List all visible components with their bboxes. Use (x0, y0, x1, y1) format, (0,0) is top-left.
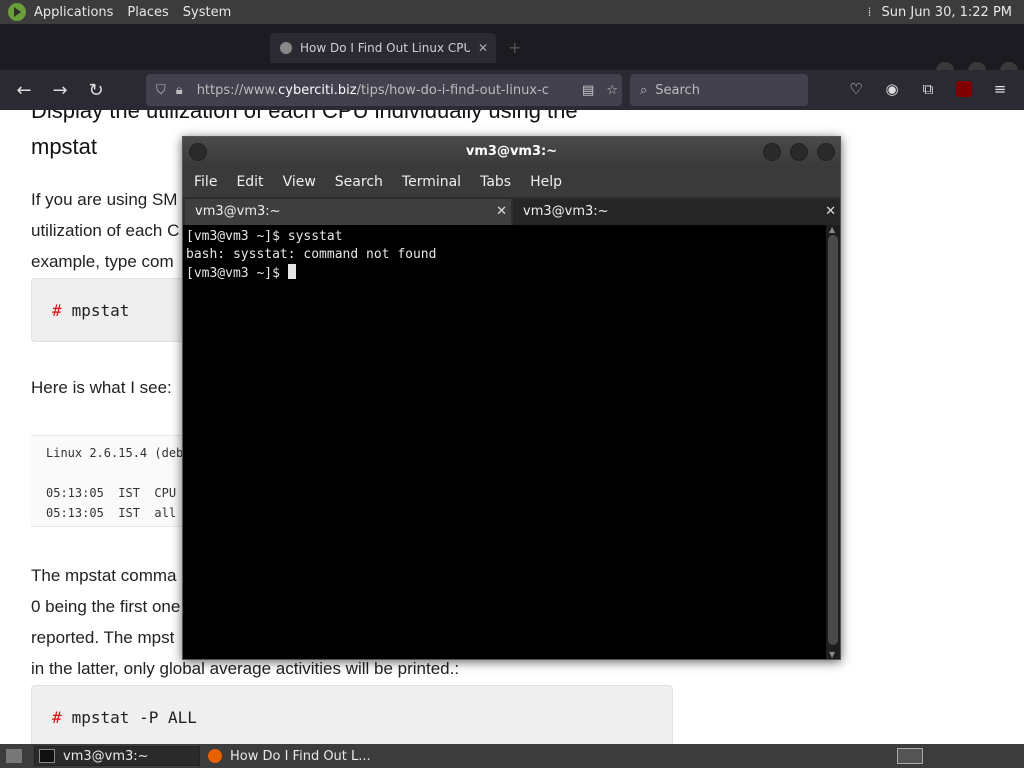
close-icon[interactable] (817, 143, 835, 161)
search-placeholder: Search (655, 82, 700, 98)
new-tab-icon[interactable]: + (508, 38, 521, 57)
code-text: mpstat (71, 300, 130, 320)
firefox-icon (208, 749, 222, 763)
close-tab-icon[interactable]: ✕ (478, 41, 488, 55)
article-heading-line2: mpstat (31, 134, 98, 159)
menu-edit[interactable]: Edit (236, 174, 263, 190)
paragraph-line: 0 being the first one (31, 597, 181, 616)
paragraph-line: in the latter, only global average activ… (31, 659, 460, 678)
distro-logo-icon[interactable] (8, 3, 26, 21)
terminal-icon (39, 749, 55, 763)
terminal-tab-label: vm3@vm3:~ (523, 204, 609, 219)
menu-places[interactable]: Places (127, 5, 168, 20)
paragraph-line: example, type com (31, 252, 174, 271)
workspace-switcher-icon[interactable] (893, 746, 927, 766)
terminal-tab[interactable]: vm3@vm3:~ ✕ (513, 199, 840, 225)
reader-view-icon[interactable]: ▤ (582, 83, 594, 98)
shield-icon[interactable]: ⛉ (156, 83, 166, 98)
browser-tab-title: How Do I Find Out Linux CPU (300, 41, 470, 55)
scrollbar-thumb[interactable] (828, 235, 838, 645)
minimize-icon[interactable] (763, 143, 781, 161)
clock[interactable]: Sun Jun 30, 1:22 PM (882, 5, 1013, 20)
terminal-prompt-line: [vm3@vm3 ~]$ (186, 264, 826, 283)
top-panel: Applications Places System ⁞ Sun Jun 30,… (0, 0, 1024, 24)
browser-nav-bar: ← → ↻ ⛉ 🔒︎ https://www.cyberciti.biz/tip… (0, 70, 1024, 110)
menu-view[interactable]: View (283, 174, 316, 190)
terminal-line: [vm3@vm3 ~]$ sysstat (186, 229, 343, 244)
search-box[interactable]: ⌕ Search (630, 74, 808, 106)
search-icon: ⌕ (640, 82, 648, 98)
scroll-up-icon[interactable]: ▲ (829, 225, 835, 234)
maximize-icon[interactable] (790, 143, 808, 161)
taskbar-item-label: vm3@vm3:~ (63, 748, 149, 764)
back-arrow-icon[interactable]: ← (6, 72, 42, 108)
code-block: # mpstat -P ALL (31, 685, 673, 744)
close-tab-icon[interactable]: ✕ (825, 199, 836, 225)
bottom-taskbar: vm3@vm3:~ How Do I Find Out L... (0, 744, 1024, 768)
ublock-icon[interactable] (953, 78, 975, 100)
terminal-output[interactable]: [vm3@vm3 ~]$ sysstat bash: sysstat: comm… (183, 225, 826, 659)
menu-help[interactable]: Help (530, 174, 562, 190)
browser-tab[interactable]: How Do I Find Out Linux CPU ✕ (270, 33, 496, 63)
terminal-tab-label: vm3@vm3:~ (195, 204, 281, 219)
terminal-tab[interactable]: vm3@vm3:~ ✕ (185, 199, 511, 225)
reload-icon[interactable]: ↻ (78, 72, 114, 108)
forward-arrow-icon[interactable]: → (42, 72, 78, 108)
paragraph-line: The mpstat comma (31, 566, 177, 585)
menu-search[interactable]: Search (335, 174, 383, 190)
taskbar-item-browser[interactable]: How Do I Find Out L... (204, 746, 394, 766)
pocket-icon[interactable]: ♡ (845, 78, 867, 100)
window-menu-icon[interactable] (189, 143, 207, 161)
taskbar-item-terminal[interactable]: vm3@vm3:~ (34, 746, 200, 766)
favicon-icon (280, 42, 292, 54)
paragraph-line: If you are using SM (31, 190, 178, 209)
show-desktop-icon[interactable] (2, 746, 24, 766)
code-text: mpstat -P ALL (71, 707, 197, 727)
menu-applications[interactable]: Applications (34, 5, 113, 20)
close-tab-icon[interactable]: ✕ (496, 199, 507, 225)
hamburger-menu-icon[interactable]: ≡ (989, 78, 1011, 100)
menu-system[interactable]: System (183, 5, 231, 20)
article-heading-line1: Display the utilization of each CPU indi… (31, 110, 578, 123)
code-prompt: # (52, 707, 62, 727)
lock-icon[interactable]: 🔒︎ (176, 83, 183, 98)
output-line: 05:13:05 IST all (46, 506, 177, 520)
output-line: 05:13:05 IST CPU (46, 486, 177, 500)
tray-separator-icon: ⁞ (867, 5, 872, 19)
code-prompt: # (52, 300, 62, 320)
account-icon[interactable]: ◉ (881, 78, 903, 100)
url-bar[interactable]: ⛉ 🔒︎ https://www.cyberciti.biz/tips/how-… (146, 74, 622, 106)
menu-tabs[interactable]: Tabs (480, 174, 511, 190)
terminal-tab-bar: vm3@vm3:~ ✕ vm3@vm3:~ ✕ (183, 197, 840, 225)
output-line: Linux 2.6.15.4 (deb (46, 446, 184, 460)
taskbar-item-label: How Do I Find Out L... (230, 748, 371, 764)
terminal-line: bash: sysstat: command not found (186, 247, 437, 262)
paragraph-line: reported. The mpst (31, 628, 175, 647)
terminal-window[interactable]: vm3@vm3:~ File Edit View Search Terminal… (182, 136, 841, 660)
scroll-down-icon[interactable]: ▼ (829, 650, 835, 659)
url-text[interactable]: https://www.cyberciti.biz/tips/how-do-i-… (197, 83, 574, 98)
bookmark-star-icon[interactable]: ☆ (606, 83, 618, 98)
menu-file[interactable]: File (194, 174, 217, 190)
text-cursor (287, 264, 296, 279)
paragraph-line: utilization of each C (31, 221, 180, 240)
terminal-titlebar[interactable]: vm3@vm3:~ (183, 137, 840, 167)
terminal-menubar: File Edit View Search Terminal Tabs Help (183, 167, 840, 197)
extensions-icon[interactable]: ⧉ (917, 78, 939, 100)
terminal-scrollbar[interactable]: ▲ ▼ (826, 225, 840, 659)
terminal-title: vm3@vm3:~ (465, 144, 558, 159)
paragraph-line: Here is what I see: (31, 378, 172, 397)
menu-terminal[interactable]: Terminal (402, 174, 461, 190)
